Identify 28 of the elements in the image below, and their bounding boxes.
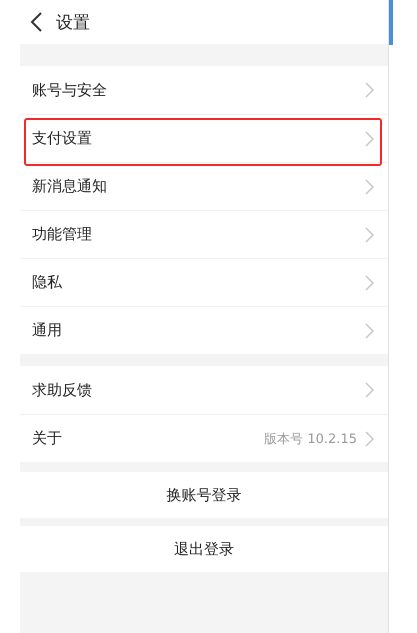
- version-text: 版本号 10.2.15: [264, 430, 357, 448]
- item-label: 账号与安全: [32, 80, 108, 100]
- back-button[interactable]: [30, 12, 42, 32]
- chevron-right-icon: [365, 274, 374, 290]
- settings-item[interactable]: 功能管理: [20, 211, 388, 259]
- settings-item[interactable]: 新消息通知: [20, 163, 388, 211]
- chevron-right-icon: [365, 82, 374, 98]
- item-label: 关于: [32, 429, 63, 448]
- chevron-right-icon: [365, 178, 374, 194]
- item-label: 功能管理: [32, 225, 93, 244]
- item-label: 隐私: [32, 273, 63, 292]
- item-label: 新消息通知: [32, 177, 108, 196]
- settings-item[interactable]: 账号与安全: [20, 66, 388, 115]
- chevron-right-icon: [365, 322, 374, 338]
- chevron-right-icon: [365, 226, 374, 242]
- item-label: 通用: [32, 321, 63, 340]
- settings-item[interactable]: 隐私: [20, 259, 388, 307]
- scrollbar-thumb[interactable]: [389, 0, 393, 45]
- settings-item[interactable]: 支付设置: [20, 115, 388, 163]
- chevron-right-icon: [365, 130, 374, 146]
- settings-item[interactable]: 通用: [20, 307, 388, 354]
- item-label: 支付设置: [32, 129, 93, 148]
- settings-item[interactable]: 求助反馈: [20, 366, 388, 415]
- settings-item[interactable]: 关于 版本号 10.2.15: [20, 415, 388, 462]
- item-label: 求助反馈: [32, 380, 93, 400]
- page-title: 设置: [56, 12, 90, 34]
- chevron-right-icon: [365, 430, 374, 446]
- chevron-right-icon: [365, 382, 374, 398]
